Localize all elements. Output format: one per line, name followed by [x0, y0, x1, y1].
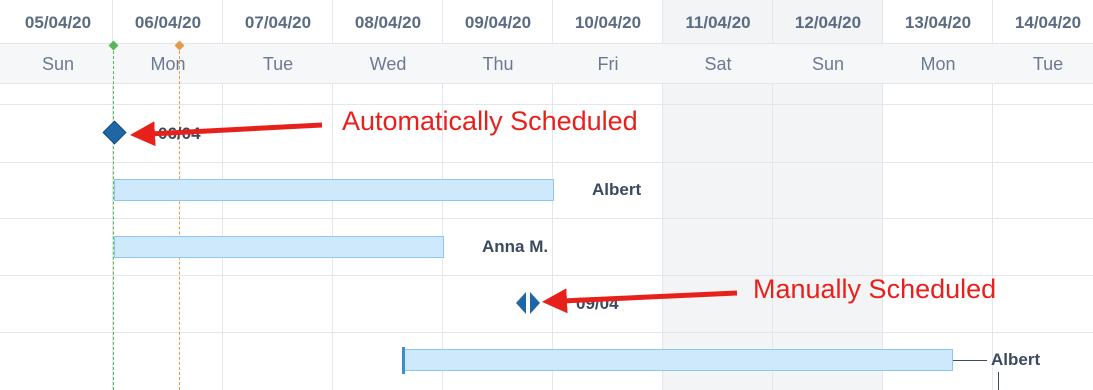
row-divider	[0, 162, 1093, 163]
manual-scheduled-annotation: Manually Scheduled	[753, 274, 997, 304]
dependency-line	[998, 372, 999, 390]
weekday-header-cell: Sun	[811, 54, 845, 74]
row-divider	[0, 218, 1093, 219]
task-bar[interactable]	[114, 179, 554, 201]
date-header-cell: 11/04/20	[685, 13, 751, 32]
date-header-cell: 07/04/20	[244, 13, 312, 32]
auto-scheduled-annotation: Automatically Scheduled	[342, 106, 638, 136]
date-header-cell: 14/04/20	[1014, 13, 1082, 32]
task-resource-label: Albert	[592, 180, 642, 199]
date-header-cell: 12/04/20	[794, 13, 862, 32]
task-bar[interactable]	[404, 349, 953, 371]
row-divider	[0, 104, 1093, 105]
project-start-line	[179, 46, 180, 390]
row-divider	[0, 332, 1093, 333]
weekday-header-cell: Sun	[41, 54, 75, 74]
today-line	[113, 46, 114, 390]
weekday-header-cell: Tue	[262, 54, 294, 74]
weekday-header-cell: Mon	[150, 54, 186, 74]
task-bar[interactable]	[114, 236, 444, 258]
resource-connector	[953, 360, 987, 361]
milestone-date-label: 06/04	[158, 124, 201, 143]
weekday-header-cell: Mon	[920, 54, 956, 74]
manual-milestone-icon[interactable]	[515, 291, 541, 315]
task-resource-label: Albert	[991, 350, 1041, 369]
bar-start-handle[interactable]	[402, 347, 405, 374]
gantt-chart: 05/04/20 Sun 06/04/20 Mon 07/04/20 Tue 08/04/2…	[0, 0, 1093, 390]
weekday-header-cell: Thu	[482, 54, 514, 74]
task-resource-label: Anna M.	[482, 237, 549, 256]
date-header-cell: 08/04/20	[354, 13, 422, 32]
date-header-cell: 13/04/20	[904, 13, 972, 32]
date-header-cell: 05/04/20	[24, 13, 92, 32]
weekday-header-cell: Sat	[704, 54, 732, 74]
date-header-cell: 06/04/20	[134, 13, 202, 32]
weekday-header-cell: Wed	[369, 54, 407, 74]
weekday-header-cell: Tue	[1032, 54, 1064, 74]
weekday-header-cell: Fri	[597, 54, 619, 74]
date-header-cell: 10/04/20	[574, 13, 642, 32]
date-header-cell: 09/04/20	[464, 13, 532, 32]
milestone-date-label: 09/04	[576, 294, 619, 313]
